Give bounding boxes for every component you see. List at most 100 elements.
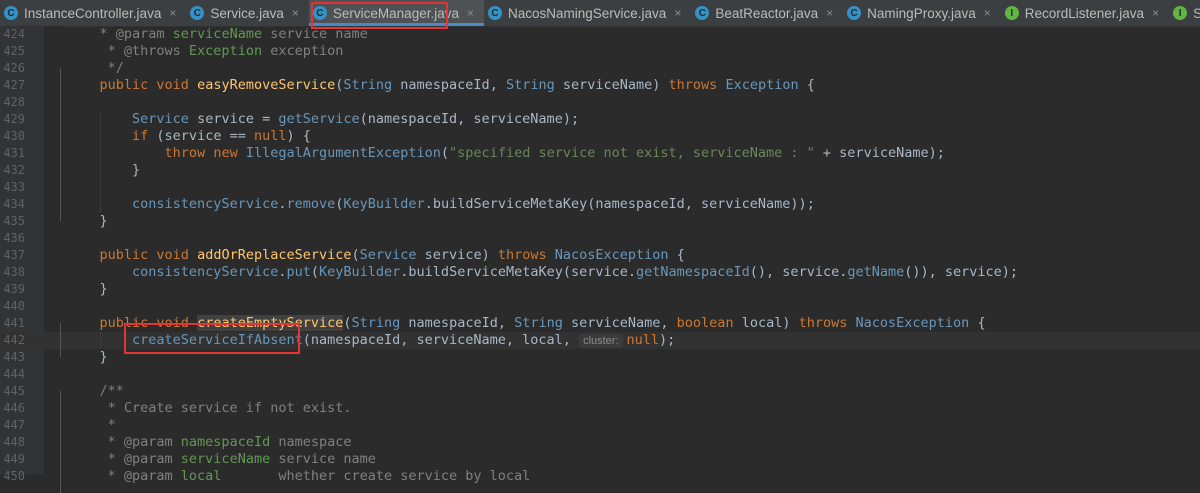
code-line[interactable]: 428 [0,94,1200,111]
tab-label: InstanceController.java [24,5,162,21]
code-token: throws [798,315,856,331]
line-number: 430 [3,129,25,143]
parameter-hint: cluster: [579,334,623,348]
fold-guide [60,391,61,493]
tab-1[interactable]: C Service.java × [186,0,309,26]
code-line[interactable]: 449 * @param serviceName service name [0,451,1200,468]
class-icon: C [4,6,18,20]
code-token: NacosException [554,247,669,263]
line-number: 426 [3,61,25,75]
code-token: { [969,315,986,331]
tab-4[interactable]: C BeatReactor.java × [691,0,843,26]
code-line[interactable]: 440 [0,298,1200,315]
code-token: remove [286,196,336,212]
code-token: addOrReplaceService [197,247,352,263]
code-text: if (service == null) { [67,128,311,145]
code-line[interactable]: 434 consistencyService.remove(KeyBuilder… [0,196,1200,213]
line-number: 433 [3,180,25,194]
class-icon: C [488,6,502,20]
tab-3[interactable]: C NacosNamingService.java × [484,0,691,26]
close-icon[interactable]: × [1152,6,1159,20]
code-token: * @param [107,468,181,484]
code-token: public void [99,77,198,93]
code-line[interactable]: 435 } [0,213,1200,230]
code-line[interactable]: 433 [0,179,1200,196]
class-icon: C [847,6,862,20]
code-token: consistencyService [132,264,279,280]
code-token: getName [847,264,905,280]
code-token: KeyBuilder [343,196,425,212]
highlight-box-method-call [124,323,300,354]
code-line[interactable]: 432 } [0,162,1200,179]
line-number: 429 [3,112,25,126]
code-text: * @param local whether create service by… [67,468,531,485]
code-editor[interactable]: 424 * @param serviceName service name 425… [0,26,1200,485]
close-icon[interactable]: × [169,6,176,20]
tab-0[interactable]: C InstanceController.java × [0,0,186,26]
code-token: String [505,77,555,93]
close-icon[interactable]: × [984,6,991,20]
code-token: */ [67,60,124,76]
code-line[interactable]: 426 */ [0,60,1200,77]
code-line[interactable]: 450 * @param local whether create servic… [0,468,1200,485]
tab-6[interactable]: I RecordListener.java × [1001,0,1169,26]
code-line[interactable]: 424 * @param serviceName service name [0,26,1200,43]
code-line[interactable]: 438 consistencyService.put(KeyBuilder.bu… [0,264,1200,281]
code-token: getService [278,111,360,127]
line-number: 425 [3,44,25,58]
code-line[interactable]: 447 * [0,417,1200,434]
code-token: serviceName, [562,315,677,331]
class-icon: C [190,6,205,20]
code-line[interactable]: 427 public void easyRemoveService(String… [0,77,1200,94]
code-line[interactable]: 439 } [0,281,1200,298]
code-token: * @throws [107,43,189,59]
code-token: * [67,417,116,433]
tab-7[interactable]: I Schedule [1169,0,1200,26]
code-token: namespaceId, [400,315,515,331]
code-token: (namespaceId, serviceName, local, [302,332,580,348]
line-number: 444 [3,367,25,381]
close-icon[interactable]: × [674,6,681,20]
code-line[interactable]: 437 public void addOrReplaceService(Serv… [0,247,1200,264]
code-token: namespaceId, [392,77,506,93]
code-token: (), service. [749,264,848,280]
close-icon[interactable]: × [467,6,474,20]
code-line[interactable]: 444 [0,366,1200,383]
code-line[interactable]: 429 Service service = getService(namespa… [0,111,1200,128]
code-token: String [351,315,401,331]
line-number: 450 [3,469,25,483]
code-text: public void easyRemoveService(String nam… [67,77,815,94]
line-number: 443 [3,350,25,364]
line-number: 428 [3,95,25,109]
code-text: throw new IllegalArgumentException("spec… [67,145,945,162]
code-token: throw new [164,145,246,161]
line-number: 448 [3,435,25,449]
tab-label: RecordListener.java [1024,5,1145,21]
line-number: 438 [3,265,25,279]
code-text: consistencyService.remove(KeyBuilder.bui… [67,196,815,213]
code-text: /** [67,383,124,400]
code-token: } [67,162,141,178]
line-number: 431 [3,146,25,160]
code-line[interactable]: 448 * @param namespaceId namespace [0,434,1200,451]
code-token: * @param [99,26,173,42]
line-number: 434 [3,197,25,211]
code-line[interactable]: 431 throw new IllegalArgumentException("… [0,145,1200,162]
code-line[interactable]: 446 * Create service if not exist. [0,400,1200,417]
code-token: Exception [725,77,799,93]
line-number: 442 [3,333,25,347]
code-line[interactable]: 425 * @throws Exception exception [0,43,1200,60]
code-line[interactable]: 430 if (service == null) { [0,128,1200,145]
code-token: null [253,128,287,144]
line-number: 436 [3,231,25,245]
close-icon[interactable]: × [292,6,299,20]
line-number: 446 [3,401,25,415]
tab-5[interactable]: C NamingProxy.java × [843,0,1001,26]
code-text: * @param serviceName service name [67,451,376,468]
code-line[interactable]: 436 [0,230,1200,247]
code-token: serviceName [180,451,271,467]
line-number: 440 [3,299,25,313]
close-icon[interactable]: × [826,6,833,20]
code-line[interactable]: 445 /** [0,383,1200,400]
